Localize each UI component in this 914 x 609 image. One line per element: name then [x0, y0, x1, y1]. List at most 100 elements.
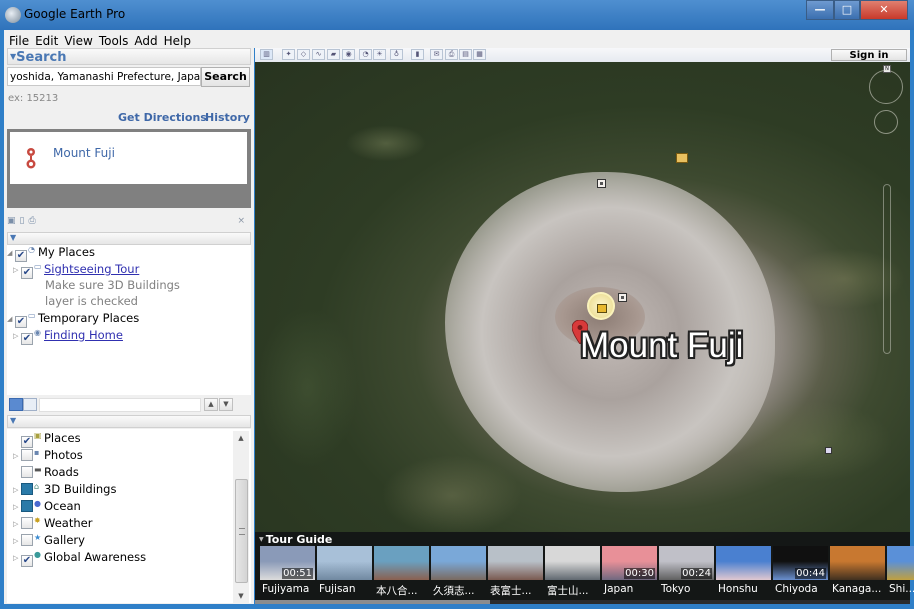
checkbox[interactable]: ✔: [21, 333, 33, 345]
checkbox[interactable]: ✔: [15, 250, 27, 262]
layer-item-photos[interactable]: ▷ ▪ Photos: [13, 448, 83, 465]
tour-thumbnail[interactable]: [545, 546, 600, 580]
tour-thumbnail[interactable]: [830, 546, 885, 580]
layer-item-weather[interactable]: ▷ ✸ Weather: [13, 516, 92, 533]
expand-arrow-icon[interactable]: ▷: [13, 554, 21, 562]
polygon-icon[interactable]: ◇: [297, 49, 310, 60]
menu-tools[interactable]: Tools: [96, 33, 132, 49]
scrollbar-thumb[interactable]: [235, 479, 248, 583]
checkbox[interactable]: ✔: [21, 436, 33, 448]
tree-item-my-places[interactable]: ◢ ✔◔ My Places: [7, 245, 95, 262]
tour-item-label[interactable]: 久須志...: [433, 583, 475, 598]
tour-item-label[interactable]: Kanaga...: [832, 583, 881, 595]
tree-item-temporary-places[interactable]: ◢ ✔▭ Temporary Places: [7, 311, 139, 328]
tour-item-label[interactable]: Shi...: [889, 583, 914, 595]
sidebar-toggle-icon[interactable]: ▥: [260, 49, 273, 60]
copy-icon[interactable]: ▯: [20, 216, 25, 226]
ruler-icon[interactable]: ▮: [411, 49, 424, 60]
tour-item-label[interactable]: 表富士...: [490, 583, 532, 598]
expand-arrow-icon[interactable]: ▷: [13, 503, 21, 511]
menu-add[interactable]: Add: [131, 33, 160, 49]
tour-thumbnail[interactable]: [887, 546, 914, 580]
layer-item-global-awareness[interactable]: ▷ ✔● Global Awareness: [13, 550, 146, 567]
layers-scrollbar[interactable]: ▲ ▼: [233, 431, 249, 603]
add-folder-icon[interactable]: ▣: [7, 216, 16, 226]
tour-item-label[interactable]: Fujisan: [319, 583, 356, 595]
layer-item-places[interactable]: ✔▣ Places: [13, 431, 81, 448]
search-panel-header[interactable]: ▼Search: [7, 48, 251, 65]
toggle-panel-icon[interactable]: [23, 398, 37, 411]
scroll-up-icon[interactable]: ▲: [233, 431, 249, 445]
expand-arrow-icon[interactable]: ▷: [13, 332, 21, 340]
layer-item-ocean[interactable]: ▷ ● Ocean: [13, 499, 81, 516]
image-overlay-icon[interactable]: ▰: [327, 49, 340, 60]
tree-item-sightseeing-tour[interactable]: ▷ ✔▭ Sightseeing Tour: [13, 262, 139, 279]
print-icon[interactable]: ⎙: [445, 49, 458, 60]
expand-arrow-icon[interactable]: ◢: [7, 249, 15, 257]
move-up-button[interactable]: ▲: [204, 398, 218, 411]
checkbox[interactable]: [21, 483, 33, 495]
tour-item-label[interactable]: Chiyoda: [775, 583, 818, 595]
tour-thumbnail[interactable]: [488, 546, 543, 580]
tour-thumbnail[interactable]: [431, 546, 486, 580]
tree-item-label[interactable]: Finding Home: [44, 328, 123, 342]
expand-arrow-icon[interactable]: ◢: [7, 315, 15, 323]
tour-item-label[interactable]: Honshu: [718, 583, 758, 595]
tour-thumbnail[interactable]: [374, 546, 429, 580]
checkbox[interactable]: [21, 449, 33, 461]
menu-help[interactable]: Help: [161, 33, 194, 49]
tour-thumbnail[interactable]: 00:51: [260, 546, 315, 580]
look-joystick[interactable]: [869, 70, 903, 104]
placemark-icon[interactable]: [618, 293, 627, 302]
move-down-button[interactable]: ▼: [219, 398, 233, 411]
checkbox[interactable]: ✔: [15, 316, 27, 328]
checkbox[interactable]: ✔: [21, 267, 33, 279]
tour-scrollbar[interactable]: [255, 600, 910, 604]
record-tour-icon[interactable]: ◉: [342, 49, 355, 60]
tour-thumbnail[interactable]: 00:24: [659, 546, 714, 580]
tree-item-label[interactable]: Sightseeing Tour: [44, 262, 139, 276]
placemark-icon[interactable]: [825, 447, 832, 454]
history-link[interactable]: History: [205, 111, 250, 124]
checkbox[interactable]: [21, 500, 33, 512]
menu-edit[interactable]: Edit: [32, 33, 61, 49]
search-places-icon[interactable]: [9, 398, 23, 411]
placemark-icon[interactable]: ✦: [282, 49, 295, 60]
layer-item-3d-buildings[interactable]: ▷ ⌂ 3D Buildings: [13, 482, 116, 499]
checkbox[interactable]: [21, 534, 33, 546]
expand-arrow-icon[interactable]: ▷: [13, 452, 21, 460]
tour-item-label[interactable]: 本八合...: [376, 583, 418, 598]
print-icon[interactable]: ⎙: [28, 216, 35, 226]
historical-imagery-icon[interactable]: ◔: [359, 49, 372, 60]
email-icon[interactable]: ✉: [430, 49, 443, 60]
checkbox[interactable]: [21, 466, 33, 478]
expand-arrow-icon[interactable]: ▷: [13, 266, 21, 274]
tour-thumbnail[interactable]: 00:44: [773, 546, 828, 580]
close-button[interactable]: ✕: [860, 0, 908, 20]
map-place-label[interactable]: Mount Fuji: [580, 326, 743, 366]
earth-map-view[interactable]: N Mount Fuji: [255, 62, 910, 604]
places-search-input[interactable]: [39, 398, 201, 412]
sign-in-button[interactable]: Sign in: [831, 49, 907, 61]
tour-item-label[interactable]: Japan: [604, 583, 633, 595]
search-input[interactable]: yoshida, Yamanashi Prefecture, Japan: [7, 67, 201, 86]
tour-scrollbar-thumb[interactable]: [255, 600, 490, 604]
placemark-icon[interactable]: [597, 179, 606, 188]
tour-item-label[interactable]: 富士山...: [547, 583, 589, 598]
close-icon[interactable]: ×: [237, 216, 245, 226]
tour-thumbnail[interactable]: [716, 546, 771, 580]
layers-panel-header[interactable]: ▼: [7, 415, 251, 428]
building-icon[interactable]: [676, 153, 688, 163]
scroll-down-icon[interactable]: ▼: [233, 589, 249, 603]
tour-guide-header[interactable]: ▼ Tour Guide: [259, 533, 332, 546]
get-directions-link[interactable]: Get Directions: [118, 111, 207, 124]
minimize-button[interactable]: —: [806, 0, 834, 20]
places-panel-header[interactable]: ▼: [7, 232, 251, 245]
expand-arrow-icon[interactable]: ▷: [13, 537, 21, 545]
tree-item-finding-home[interactable]: ▷ ✔◉ Finding Home: [13, 328, 123, 345]
search-result-item[interactable]: Mount Fuji: [10, 132, 247, 184]
map-view-icon[interactable]: ▦: [473, 49, 486, 60]
move-joystick[interactable]: [874, 110, 898, 134]
tour-thumbnail[interactable]: 00:30: [602, 546, 657, 580]
layer-item-roads[interactable]: ▬ Roads: [13, 465, 79, 482]
